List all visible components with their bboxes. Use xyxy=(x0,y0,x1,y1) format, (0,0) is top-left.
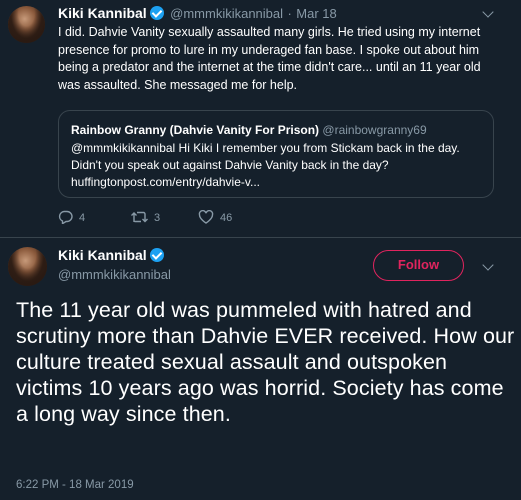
quoted-tweet-header: Rainbow Granny (Dahvie Vanity For Prison… xyxy=(71,123,427,137)
tweet-text: The 11 year old was pummeled with hatred… xyxy=(16,298,515,426)
tweet-text: I did. Dahvie Vanity sexually assaulted … xyxy=(58,25,481,92)
quoted-tweet-link[interactable]: huffingtonpost.com/entry/dahvie-v... xyxy=(71,175,260,189)
quoted-author-name: Rainbow Granny (Dahvie Vanity For Prison… xyxy=(71,123,320,137)
retweet-button[interactable]: 3 xyxy=(130,210,160,227)
quoted-tweet[interactable]: Rainbow Granny (Dahvie Vanity For Prison… xyxy=(58,110,494,198)
avatar[interactable] xyxy=(8,6,45,43)
like-count: 46 xyxy=(220,212,233,224)
avatar[interactable] xyxy=(8,247,47,286)
quoted-tweet-body: @mmmkikikannibal Hi Kiki I remember you … xyxy=(71,141,460,172)
quoted-author-handle: @rainbowgranny69 xyxy=(322,123,427,137)
verified-badge-icon xyxy=(149,6,164,20)
retweet-count: 3 xyxy=(154,212,161,224)
follow-button[interactable]: Follow xyxy=(373,250,464,281)
reply-icon xyxy=(58,210,73,227)
chevron-down-icon[interactable] xyxy=(482,6,494,18)
like-icon xyxy=(198,209,214,227)
author-name[interactable]: Kiki Kannibal xyxy=(58,247,147,263)
like-button[interactable]: 46 xyxy=(198,209,233,227)
reply-button[interactable]: 4 xyxy=(58,210,85,227)
retweet-icon xyxy=(130,210,148,227)
tweet-date[interactable]: Mar 18 xyxy=(296,6,336,21)
chevron-down-icon[interactable] xyxy=(482,259,494,271)
author-handle[interactable]: @mmmkikikannibal xyxy=(170,6,283,21)
separator: · xyxy=(287,6,292,21)
author-handle[interactable]: @mmmkikikannibal xyxy=(58,267,171,282)
quoted-tweet-text: @mmmkikikannibal Hi Kiki I remember you … xyxy=(71,140,481,191)
tweet-timestamp[interactable]: 6:22 PM - 18 Mar 2019 xyxy=(16,479,134,491)
author-name[interactable]: Kiki Kannibal xyxy=(58,5,147,21)
tweet-header: Kiki Kannibal @mmmkikikannibal · Mar 18 xyxy=(58,5,337,23)
reply-count: 4 xyxy=(79,212,86,224)
divider xyxy=(0,237,521,238)
tweet-author: Kiki Kannibal xyxy=(58,247,164,265)
verified-badge-icon xyxy=(149,248,164,262)
